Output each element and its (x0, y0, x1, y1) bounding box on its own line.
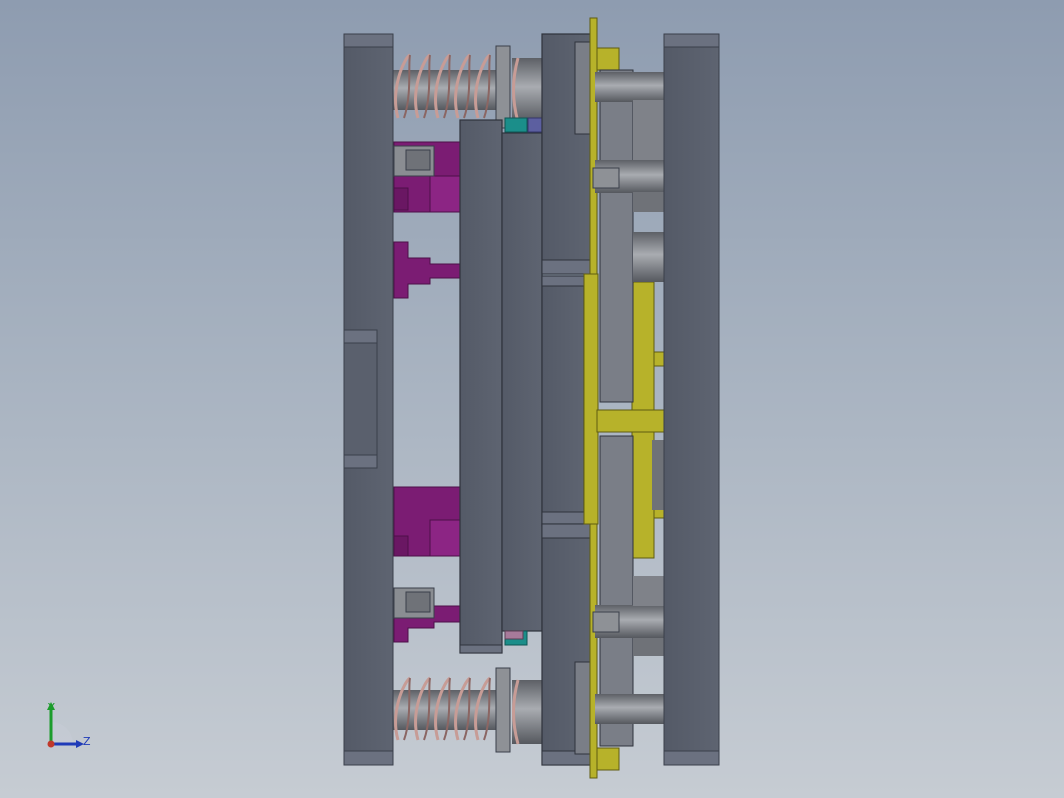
locating-block (343, 329, 378, 469)
spring-assembly-bottom[interactable] (392, 667, 542, 753)
y-axis-label: Y (47, 701, 55, 714)
rod-stub-4 (652, 440, 665, 510)
ejector-link-1 (596, 409, 666, 433)
triad-origin (47, 740, 55, 748)
spring-assembly-top[interactable] (392, 45, 542, 129)
ejector-bar-upper (599, 69, 634, 403)
support-plate-middle-foot (541, 511, 585, 525)
slider-wedge-1 (429, 175, 461, 213)
locating-block-cap-bottom (343, 454, 378, 469)
slider-pin-head-2 (405, 591, 431, 613)
left-plate-bottom-cap (343, 750, 394, 766)
spring-washer-bottom (495, 667, 511, 753)
slider-wedge-3 (429, 519, 461, 557)
left-clamp-plate[interactable] (343, 33, 394, 766)
ejector-plate-top (596, 47, 620, 71)
support-plate-top-cap (541, 259, 593, 275)
axis-triad-icon: Y Z (47, 701, 91, 748)
right-clamp-plate[interactable] (663, 33, 720, 766)
slider-pin-head-1 (405, 149, 431, 171)
mold-assembly-drawing[interactable] (0, 0, 1064, 798)
slider-step-3 (393, 535, 409, 557)
core-plate[interactable] (501, 117, 543, 646)
cavity-plate[interactable] (459, 119, 503, 654)
right-plate-bottom-cap (663, 750, 720, 766)
rod-stub-6 (633, 638, 665, 656)
return-pin-3-head (592, 611, 620, 633)
support-plate-bottom-cap (541, 523, 593, 539)
slider-group-lower[interactable] (393, 486, 461, 643)
coordinate-triad: Y Z (38, 694, 98, 754)
rod-stub-2 (633, 192, 665, 212)
return-pin-1 (595, 72, 665, 102)
cavity-plate-foot (459, 644, 503, 654)
right-plate-top-cap (663, 33, 720, 48)
support-plate-middle-cap (541, 275, 585, 287)
return-pin-2-head (592, 167, 620, 189)
blue-insert-top (527, 117, 543, 133)
teal-insert-top (504, 117, 528, 133)
slider-block-2 (393, 241, 461, 299)
ejector-link-2 (653, 351, 665, 367)
ejector-retainer-plate (583, 273, 599, 525)
triad-quadrant (51, 722, 73, 744)
slider-group-upper[interactable] (393, 141, 461, 299)
rod-stub-1 (633, 100, 665, 160)
return-pin-4 (595, 694, 665, 724)
graphics-viewport[interactable]: Y Z (0, 0, 1064, 798)
locating-block-cap-top (343, 329, 378, 344)
slider-step-1 (393, 187, 409, 211)
pink-insert-bottom (504, 630, 524, 640)
z-axis-label: Z (83, 735, 91, 748)
ejector-plate-bottom (596, 747, 620, 771)
support-plate-middle (541, 275, 585, 527)
rod-stub-3 (633, 232, 665, 282)
spring-washer-top (495, 45, 511, 129)
rod-stub-5 (633, 576, 665, 606)
left-plate-top-cap (343, 33, 394, 48)
